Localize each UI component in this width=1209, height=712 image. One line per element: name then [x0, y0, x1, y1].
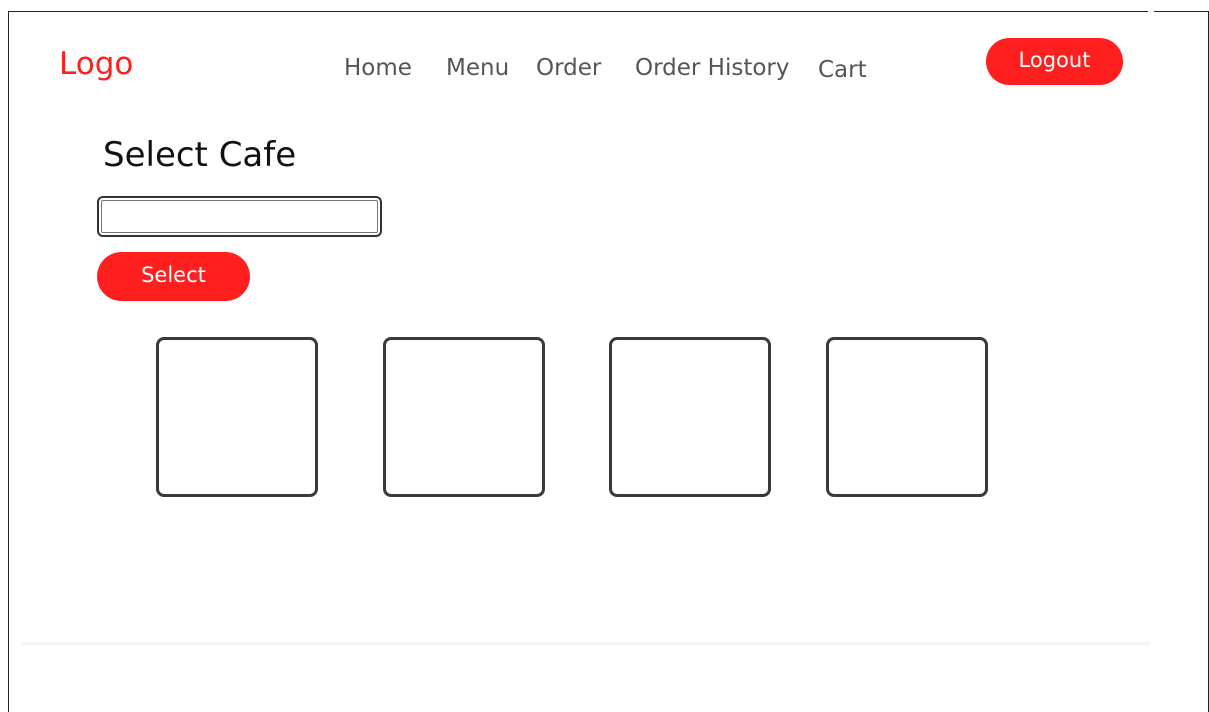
page-canvas	[21, 18, 1149, 642]
nav-cart[interactable]: Cart	[818, 57, 867, 83]
nav-menu[interactable]: Menu	[446, 55, 509, 81]
page-title: Select Cafe	[103, 135, 297, 175]
logo[interactable]: Logo	[59, 46, 133, 82]
cafe-input[interactable]	[97, 196, 382, 237]
nav-order[interactable]: Order	[536, 55, 601, 81]
logout-button[interactable]: Logout	[986, 38, 1123, 85]
cafe-card-3[interactable]	[609, 337, 771, 497]
frame-top-gap	[1148, 9, 1154, 13]
select-button[interactable]: Select	[97, 252, 250, 301]
cafe-card-1[interactable]	[156, 337, 318, 497]
nav-home[interactable]: Home	[344, 55, 412, 81]
page-canvas-bottom-edge	[21, 642, 1149, 645]
cafe-card-2[interactable]	[383, 337, 545, 497]
frame-left-border	[8, 11, 9, 712]
nav-order-history[interactable]: Order History	[635, 55, 790, 81]
frame-top-border	[8, 11, 1209, 12]
cafe-card-4[interactable]	[826, 337, 988, 497]
